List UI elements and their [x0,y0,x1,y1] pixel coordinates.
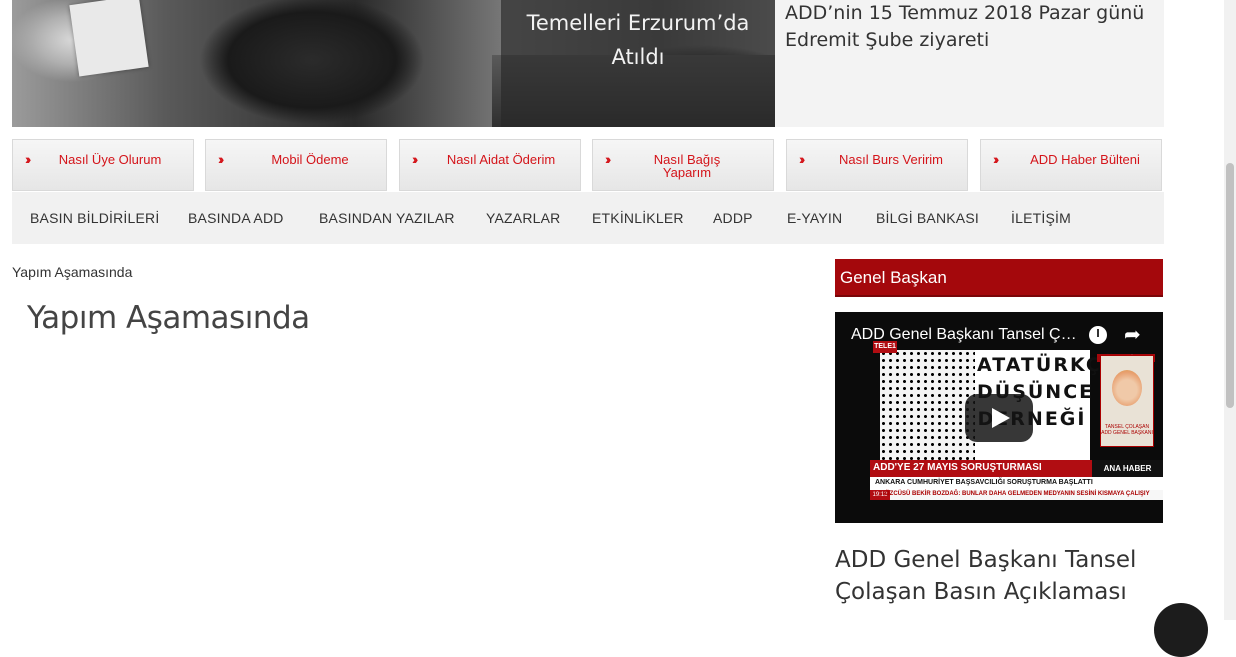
menu-item-basin-bildirileri[interactable]: BASIN BİLDİRİLERİ [30,210,159,226]
double-chevron-right-icon: ›› [799,151,806,167]
quick-link-haber-bulteni[interactable]: ›› ADD Haber Bülteni [980,139,1162,191]
video-banner-text: ADD'YE 27 MAYIS SORUŞTURMASI [873,462,1042,473]
page: Temelleri Erzurum’da Atıldı ADD’nin 15 T… [0,0,1224,657]
quick-link-label: Nasıl Bağış Yaparım [653,152,721,180]
menu-item-iletisim[interactable]: İLETİŞİM [1011,210,1071,226]
quick-link-label: Nasıl Burs Veririm [838,152,944,167]
menu-item-yazarlar[interactable]: YAZARLAR [486,210,560,226]
video-banner-right: ANA HABER [1092,460,1163,477]
double-chevron-right-icon: ›› [605,151,612,167]
share-icon[interactable]: ➦ [1124,322,1141,347]
double-chevron-right-icon: ›› [218,151,225,167]
portrait-name: TANSEL ÇOLAŞAN ADD GENEL BAŞKANI [1101,424,1153,436]
play-button-icon[interactable] [965,394,1033,442]
quick-link-uye[interactable]: ›› Nasıl Üye Olurum [12,139,194,191]
quick-link-aidat[interactable]: ›› Nasıl Aidat Öderim [399,139,581,191]
menu-item-etkinlikler[interactable]: ETKİNLİKLER [592,210,684,226]
quick-link-bagis[interactable]: ›› Nasıl Bağış Yaparım [592,139,774,191]
video-subline-text: ANKARA CUMHURİYET BAŞSAVCILIĞI SORUŞTURM… [875,479,1093,486]
scroll-to-top-button[interactable] [1154,603,1208,657]
quick-link-label: Mobil Ödeme [271,152,349,167]
scrollbar-thumb[interactable] [1226,163,1234,408]
page-scrollbar[interactable] [1224,0,1236,620]
video-title[interactable]: ADD Genel Başkanı Tansel Çolaşan Basın A… [851,326,1081,344]
side-news-title[interactable]: ADD’nin 15 Temmuz 2018 Pazar günü Edremi… [785,0,1155,54]
side-news-item[interactable]: ADD’nin 15 Temmuz 2018 Pazar günü Edremi… [775,0,1164,127]
main-menu: BASIN BİLDİRİLERİ BASINDA ADD BASINDAN Y… [12,192,1164,244]
portrait-face [1112,370,1142,406]
quick-link-label: Nasıl Aidat Öderim [446,152,556,167]
hero-caption-text[interactable]: Temelleri Erzurum’da Atıldı [501,6,775,74]
hero-caption[interactable]: Temelleri Erzurum’da Atıldı [501,0,775,127]
quick-link-mobil-odeme[interactable]: ›› Mobil Ödeme [205,139,387,191]
breadcrumb: Yapım Aşamasında [12,264,133,280]
quick-link-burs[interactable]: ›› Nasıl Burs Veririm [786,139,968,191]
widget-title: Genel Başkan [840,268,947,287]
menu-item-e-yayin[interactable]: E-YAYIN [787,210,842,226]
menu-item-bilgi-bankasi[interactable]: BİLGİ BANKASI [876,210,979,226]
page-title: Yapım Aşamasında [27,300,310,336]
widget-header: Genel Başkan [835,259,1163,297]
double-chevron-right-icon: ›› [25,151,32,167]
quick-link-label: ADD Haber Bülteni [1030,152,1140,167]
quick-link-label: Nasıl Üye Olurum [58,152,162,167]
double-chevron-right-icon: ›› [993,151,1000,167]
menu-item-basindan-yazilar[interactable]: BASINDAN YAZILAR [319,210,455,226]
video-ticker-text: ÖZCÜSÜ BEKİR BOZDAĞ: BUNLAR DAHA GELMEDE… [885,491,1150,497]
widget-article-title[interactable]: ADD Genel Başkanı Tansel Çolaşan Basın A… [835,544,1165,608]
video-embed[interactable]: ATATÜRKÇÜ DÜŞÜNCE DERNEĞİ TELEFON BAĞLAN… [835,312,1163,523]
menu-item-basinda-add[interactable]: BASINDA ADD [188,210,284,226]
double-chevron-right-icon: ›› [412,151,419,167]
watch-later-icon[interactable] [1089,326,1107,344]
photo-paper-detail [69,0,149,77]
menu-item-addp[interactable]: ADDP [713,210,753,226]
